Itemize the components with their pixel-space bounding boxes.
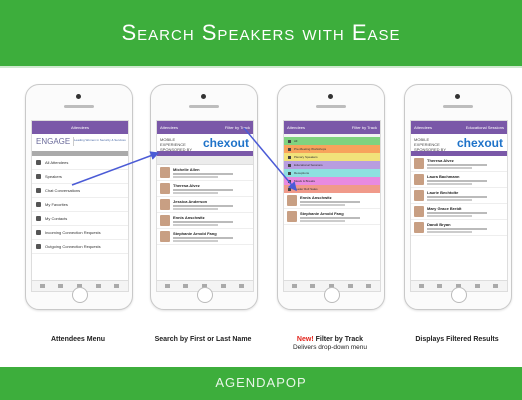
arrow-to-search [71, 151, 160, 186]
caption-search: Search by First or Last Name [154, 336, 252, 343]
caption-attendees-menu: Attendees Menu [50, 336, 106, 343]
footer-banner: AGENDAPOP [0, 367, 522, 400]
caption-filter: New! Filter by Track Delivers drop-down … [270, 336, 390, 351]
arrow-to-filter [243, 127, 297, 192]
caption-filter-sub: Delivers drop-down menu [292, 344, 368, 351]
caption-filtered-results: Displays Filtered Results [415, 336, 499, 343]
new-badge: New! [296, 336, 314, 343]
caption-filter-text: Filter by Track [313, 336, 364, 343]
footer-brand: AGENDAPOP [215, 375, 307, 390]
